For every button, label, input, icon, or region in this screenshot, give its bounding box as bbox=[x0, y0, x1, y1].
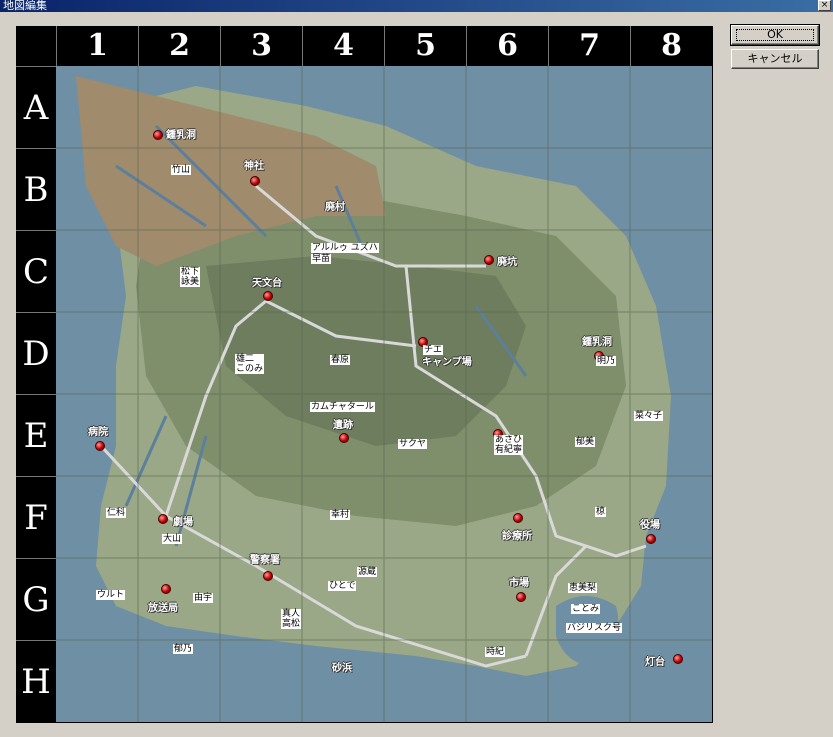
place-abandoned-village: 廃村 bbox=[325, 202, 345, 213]
column-header-7: 7 bbox=[548, 26, 630, 66]
label-emiri: 恵美梨 bbox=[568, 583, 598, 593]
pin-cave-ab[interactable] bbox=[153, 130, 163, 140]
cancel-button-label: キャンセル bbox=[747, 52, 803, 65]
place-clinic: 診療所 bbox=[502, 531, 532, 542]
pin-ruins[interactable] bbox=[339, 433, 349, 443]
label-kotetsu: 幸村 bbox=[330, 510, 351, 520]
row-header-a: A bbox=[16, 66, 56, 148]
row-header-e: E bbox=[16, 394, 56, 476]
label-toki: 時紀 bbox=[485, 647, 506, 657]
pin-clinic[interactable] bbox=[513, 513, 523, 523]
label-ultu: ウルト bbox=[96, 590, 126, 600]
pin-theater[interactable] bbox=[158, 514, 168, 524]
label-genji: 源蔵 bbox=[357, 567, 378, 577]
place-broadcast: 放送局 bbox=[148, 603, 178, 614]
pin-town-hall[interactable] bbox=[646, 534, 656, 544]
place-camp: キャンプ場 bbox=[422, 357, 472, 368]
row-header-g: G bbox=[16, 558, 56, 640]
label-basilisk: バジリスク号 bbox=[566, 623, 623, 633]
label-chie: チエ bbox=[423, 345, 444, 355]
row-header-d: D bbox=[16, 312, 56, 394]
label-sanae: 早苗 bbox=[311, 254, 332, 264]
label-nanako: 菜々子 bbox=[634, 411, 664, 421]
column-header-5: 5 bbox=[384, 26, 466, 66]
label-ikumi: 郁美 bbox=[575, 437, 596, 447]
column-header-6: 6 bbox=[466, 26, 548, 66]
label-alruu-yuzuha: アルルゥ ユズハ bbox=[311, 243, 379, 253]
pin-shrine[interactable] bbox=[250, 176, 260, 186]
label-makoto-takamatsu: 真人 高松 bbox=[281, 609, 302, 629]
label-ryo: 椋 bbox=[595, 507, 607, 517]
pin-hospital[interactable] bbox=[95, 441, 105, 451]
place-shrine: 神社 bbox=[244, 161, 264, 172]
focus-ring bbox=[736, 29, 814, 41]
label-kamuchatyaru: カムチャタール bbox=[310, 402, 375, 412]
window-title: 地図編集 bbox=[3, 0, 47, 12]
place-town-hall: 役場 bbox=[640, 520, 660, 531]
pin-broadcast[interactable] bbox=[161, 584, 171, 594]
place-ruins: 遺跡 bbox=[333, 420, 353, 431]
column-header-4: 4 bbox=[302, 26, 384, 66]
close-icon[interactable]: × bbox=[818, 0, 831, 11]
label-sakuya: サクヤ bbox=[398, 439, 428, 449]
place-hospital: 病院 bbox=[88, 427, 108, 438]
label-akino: 明乃 bbox=[596, 356, 617, 366]
label-asahi-yukiko: あさひ 有紀寧 bbox=[494, 435, 524, 455]
column-header-8: 8 bbox=[630, 26, 712, 66]
place-cave-d: 鍾乳洞 bbox=[582, 337, 612, 348]
title-bar: 地図編集 × bbox=[0, 0, 833, 12]
pin-observatory[interactable] bbox=[263, 291, 273, 301]
label-takeyama: 竹山 bbox=[171, 165, 192, 175]
row-header-c: C bbox=[16, 230, 56, 312]
label-matsushita-eimi: 松下 詠美 bbox=[180, 267, 201, 287]
place-cave-ab: 鍾乳洞 bbox=[166, 130, 196, 141]
label-kotomi: ことみ bbox=[571, 604, 601, 614]
row-header-f: F bbox=[16, 476, 56, 558]
pin-police[interactable] bbox=[263, 571, 273, 581]
column-header-2: 2 bbox=[138, 26, 220, 66]
place-beach: 砂浜 bbox=[332, 663, 352, 674]
place-market: 市場 bbox=[509, 578, 529, 589]
column-header-1: 1 bbox=[56, 26, 138, 66]
label-ikuno: 郁乃 bbox=[173, 644, 194, 654]
place-police: 警察署 bbox=[250, 555, 280, 566]
place-abandoned-mine: 廃坑 bbox=[497, 257, 517, 268]
row-header-b: B bbox=[16, 148, 56, 230]
pin-abandoned-mine[interactable] bbox=[484, 255, 494, 265]
place-lighthouse: 灯台 bbox=[645, 657, 665, 668]
pin-lighthouse[interactable] bbox=[673, 654, 683, 664]
row-header-h: H bbox=[16, 640, 56, 722]
cancel-button[interactable]: キャンセル bbox=[731, 49, 819, 69]
ok-button[interactable]: OK bbox=[730, 24, 820, 46]
label-haruhara: 春原 bbox=[330, 355, 351, 365]
label-hitoko: ひとで bbox=[328, 581, 357, 591]
place-observatory: 天文台 bbox=[252, 278, 282, 289]
label-oyama: 大山 bbox=[162, 534, 183, 544]
label-yukiji-konomi: 雄二 このみ bbox=[235, 354, 265, 374]
label-nishina: 仁科 bbox=[106, 508, 127, 518]
label-yuzu: 由宇 bbox=[193, 593, 214, 603]
pin-market[interactable] bbox=[516, 592, 526, 602]
place-theater: 劇場 bbox=[173, 517, 193, 528]
column-header-3: 3 bbox=[220, 26, 302, 66]
